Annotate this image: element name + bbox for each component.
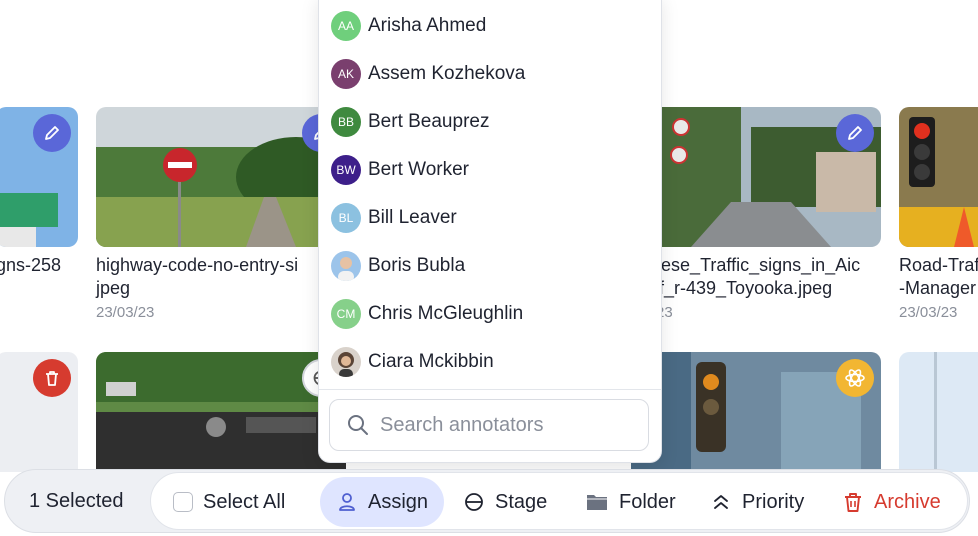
annotator-search-input[interactable] bbox=[378, 412, 622, 438]
folder-button[interactable]: Folder bbox=[585, 477, 676, 527]
annotator-name: Ciara Mckibbin bbox=[368, 351, 494, 372]
select-all-label: Select All bbox=[203, 490, 286, 513]
search-icon bbox=[348, 415, 368, 435]
trash-icon bbox=[845, 493, 861, 512]
file-name: gns-258 bbox=[0, 255, 62, 275]
image-card[interactable]: Road-Traf -Manager 23/03/23 bbox=[899, 107, 978, 327]
annotator-search-box[interactable] bbox=[329, 399, 649, 451]
annotator-option[interactable]: Boris Bubla bbox=[331, 248, 465, 284]
annotator-option[interactable]: AK Assem Kozhekova bbox=[331, 56, 525, 92]
person-photo-icon bbox=[338, 257, 354, 281]
person-photo-icon bbox=[338, 352, 354, 377]
dropdown-divider bbox=[319, 389, 661, 390]
annotator-option[interactable]: BL Bill Leaver bbox=[331, 200, 457, 236]
stage-label: Stage bbox=[495, 490, 548, 513]
annotator-name: Bert Beauprez bbox=[368, 111, 490, 132]
file-date: 23/03/23 bbox=[899, 304, 958, 321]
avatar: AK bbox=[331, 59, 361, 89]
annotator-name: Boris Bubla bbox=[368, 255, 466, 276]
annotator-name: Bill Leaver bbox=[368, 207, 457, 228]
annotator-option[interactable]: CM Chris McGleughlin bbox=[331, 296, 523, 332]
stage-button[interactable]: Stage bbox=[463, 477, 547, 527]
edit-badge[interactable] bbox=[836, 114, 874, 152]
avatar: CM bbox=[331, 299, 361, 329]
file-name-line2: jpeg bbox=[96, 278, 131, 298]
atom-icon bbox=[845, 369, 865, 387]
selected-count: 1 Selected bbox=[29, 490, 124, 512]
avatar: BB bbox=[331, 107, 361, 137]
annotator-name: Arisha Ahmed bbox=[368, 15, 487, 36]
image-card[interactable] bbox=[0, 352, 78, 472]
file-name: Road-Traf bbox=[899, 255, 978, 275]
archive-button[interactable]: Archive bbox=[842, 477, 941, 527]
annotator-name: Assem Kozhekova bbox=[368, 63, 526, 84]
image-thumbnail[interactable] bbox=[96, 107, 336, 247]
avatar: AA bbox=[331, 11, 361, 41]
folder-label: Folder bbox=[619, 490, 676, 513]
trash-icon bbox=[46, 371, 58, 386]
annotator-option[interactable]: BW Bert Worker bbox=[331, 152, 469, 188]
archive-badge[interactable] bbox=[33, 359, 71, 397]
image-card[interactable]: highway-code-no-entry-si jpeg 23/03/23 bbox=[96, 107, 340, 327]
avatar: BW bbox=[331, 155, 361, 185]
folder-icon bbox=[587, 495, 607, 510]
assign-button[interactable]: Assign bbox=[320, 477, 444, 527]
checkbox-icon[interactable] bbox=[173, 492, 193, 512]
select-all-button[interactable]: Select All bbox=[171, 477, 293, 527]
priority-label: Priority bbox=[742, 490, 805, 513]
avatar: BL bbox=[331, 203, 361, 233]
user-icon bbox=[339, 493, 355, 511]
annotator-option[interactable]: Ciara Mckibbin bbox=[331, 344, 494, 380]
priority-chevrons-icon bbox=[714, 495, 728, 509]
bulk-action-toolbar: 1 Selected Select All Assign Stage Folde… bbox=[4, 469, 970, 533]
file-name: highway-code-no-entry-si bbox=[96, 255, 299, 275]
image-card[interactable]: panese_Traffic_signs_in_Aic Pref_r-439_T… bbox=[631, 107, 881, 327]
stage-icon bbox=[465, 493, 483, 511]
image-thumbnail[interactable] bbox=[899, 352, 978, 472]
annotator-name: Bert Worker bbox=[368, 159, 470, 180]
image-card[interactable] bbox=[631, 352, 881, 472]
edit-badge[interactable] bbox=[33, 114, 71, 152]
file-name: panese_Traffic_signs_in_Aic bbox=[631, 255, 861, 275]
toolbar-actions: Select All Assign Stage Folder Priority bbox=[150, 472, 968, 530]
avatar-photo bbox=[331, 347, 361, 377]
pencil-icon bbox=[45, 126, 59, 140]
image-card[interactable] bbox=[96, 352, 346, 472]
file-date: 23/03/23 bbox=[96, 304, 155, 321]
avatar-photo bbox=[331, 251, 361, 281]
annotator-option[interactable]: AA Arisha Ahmed bbox=[331, 8, 486, 44]
image-card[interactable]: gns-258 bbox=[0, 107, 78, 322]
archive-label: Archive bbox=[874, 490, 941, 513]
assign-label: Assign bbox=[367, 490, 429, 513]
pencil-icon bbox=[848, 126, 862, 140]
file-name-line2: -Manager bbox=[899, 278, 977, 298]
ai-badge[interactable] bbox=[836, 359, 874, 397]
priority-button[interactable]: Priority bbox=[710, 477, 804, 527]
assign-annotator-dropdown: AA Arisha Ahmed AK Assem Kozhekova BB Be… bbox=[318, 0, 662, 463]
annotator-option[interactable]: BB Bert Beauprez bbox=[331, 104, 489, 140]
image-thumbnail[interactable] bbox=[899, 107, 978, 247]
image-card[interactable] bbox=[899, 352, 978, 472]
annotator-name: Chris McGleughlin bbox=[368, 303, 524, 324]
